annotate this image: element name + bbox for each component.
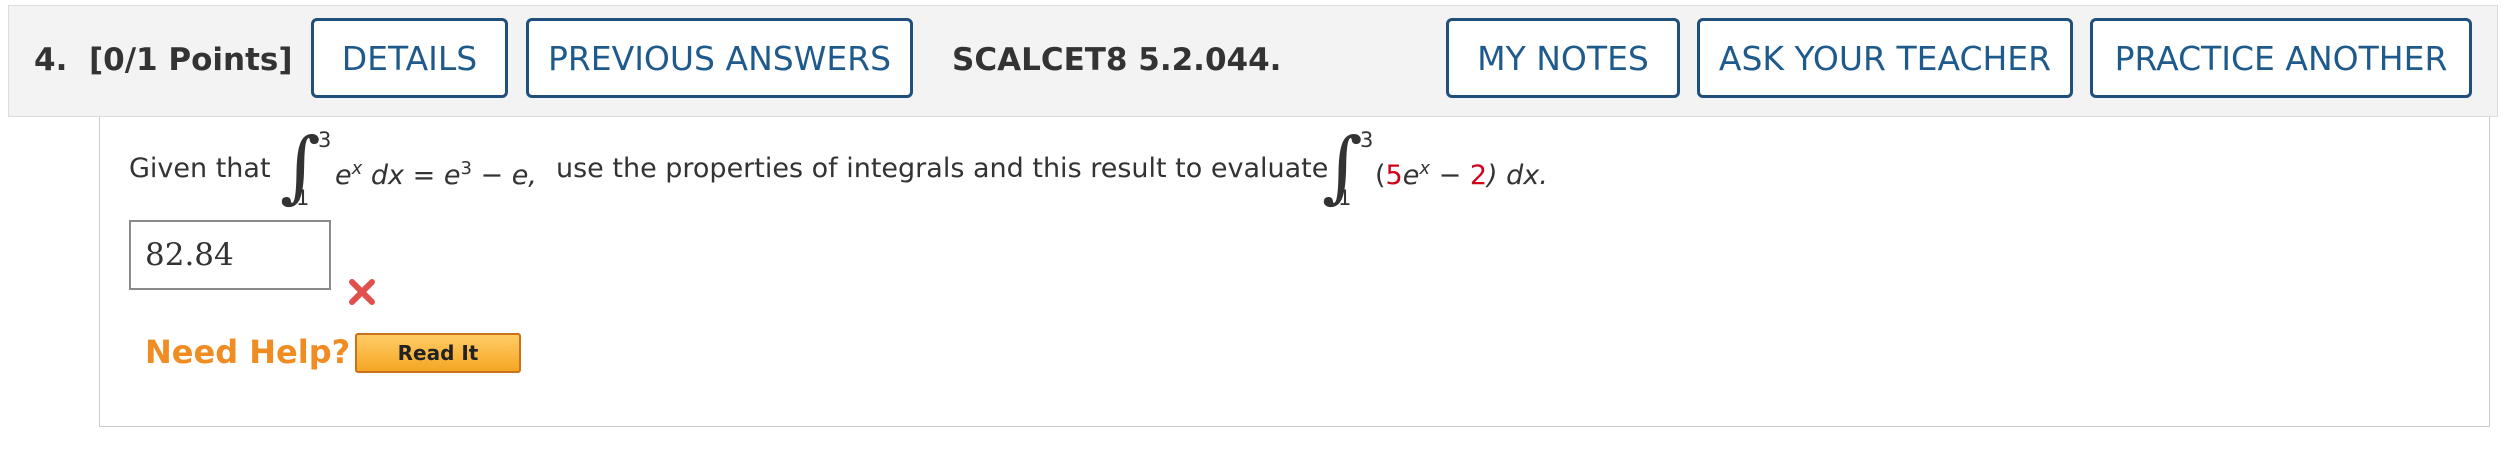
practice-another-button[interactable]: PRACTICE ANOTHER [2090, 18, 2472, 98]
details-button[interactable]: DETAILS [311, 18, 508, 98]
answer-input[interactable]: 82.84 [129, 220, 331, 290]
ask-your-teacher-button[interactable]: ASK YOUR TEACHER [1697, 18, 2073, 98]
integral-2-lower-limit: 1 [1338, 186, 1352, 210]
given-that-text: Given that [129, 153, 271, 184]
integral-1-lower-limit: 1 [296, 186, 310, 210]
previous-answers-button[interactable]: PREVIOUS ANSWERS [526, 18, 913, 98]
constant-2: 2 [1469, 160, 1488, 191]
problem-code: SCALCET8 5.2.044. [952, 42, 1282, 78]
integral-2-upper-limit: 3 [1360, 128, 1374, 152]
read-it-button[interactable]: Read It [355, 333, 521, 373]
coefficient-5: 5 [1385, 160, 1403, 191]
question-number: 4. [34, 42, 68, 78]
instruction-text: use the properties of integrals and this… [556, 153, 1329, 184]
x-mark-icon [349, 279, 375, 305]
integral-2-expression: (5ex − 2) dx. [1375, 158, 1548, 191]
integral-1-expression: ex dx = e3 − e, [335, 158, 537, 191]
points-label: [0/1 Points] [88, 42, 293, 78]
need-help-label: Need Help? [145, 333, 351, 371]
question-points: 4. [0/1 Points] [34, 42, 293, 78]
integral-1-upper-limit: 3 [318, 128, 332, 152]
my-notes-button[interactable]: MY NOTES [1446, 18, 1680, 98]
